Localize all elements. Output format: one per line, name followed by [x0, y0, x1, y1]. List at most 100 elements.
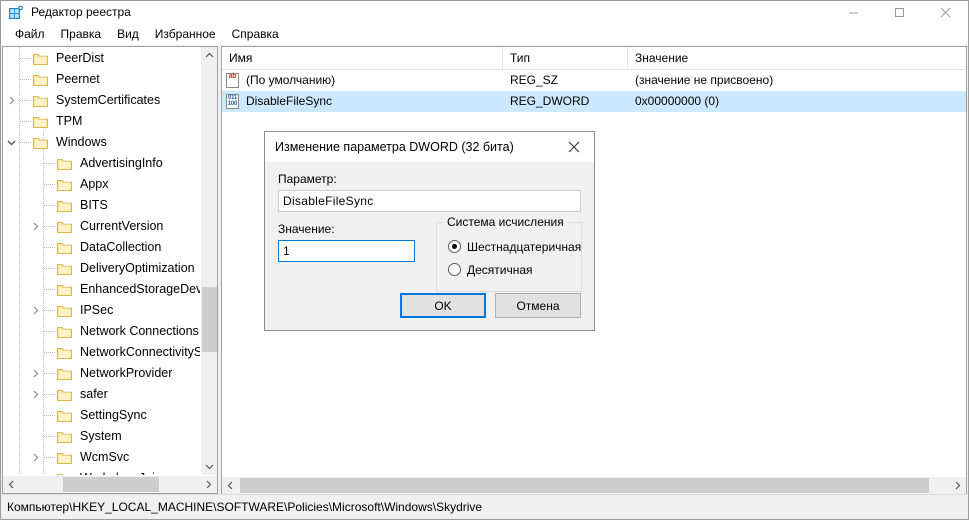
chevron-right-icon[interactable]: [27, 363, 43, 384]
tree-item-advertisinginfo[interactable]: AdvertisingInfo: [3, 153, 201, 174]
chevron-right-icon[interactable]: [27, 216, 43, 237]
minimize-button[interactable]: [830, 1, 876, 24]
value-column: Значение: 1: [278, 222, 415, 292]
tree-connector: [43, 216, 57, 237]
value-label: Значение:: [278, 222, 335, 236]
tree-connector: [43, 426, 57, 447]
tree-item-networkprovider[interactable]: NetworkProvider: [3, 363, 201, 384]
folder-icon: [57, 262, 75, 276]
tree-item-label: NetworkProvider: [80, 366, 173, 380]
tree-item-safer[interactable]: safer: [3, 384, 201, 405]
scroll-left-icon[interactable]: [3, 476, 20, 493]
values-horizontal-scrollbar[interactable]: [222, 476, 966, 494]
values-column-headers: Имя Тип Значение: [222, 47, 966, 70]
param-name-input[interactable]: DisableFileSync: [278, 190, 581, 212]
dialog-close-button[interactable]: [554, 133, 594, 162]
tree-item-networkconnectivitystat[interactable]: NetworkConnectivityStat: [3, 342, 216, 363]
column-header-type[interactable]: Тип: [503, 47, 628, 69]
tree-item-network-connections[interactable]: Network Connections: [3, 321, 201, 342]
tree-connector: [19, 132, 33, 153]
menu-view[interactable]: Вид: [109, 25, 147, 45]
radio-hexadecimal[interactable]: Шестнадцатеричная: [437, 235, 581, 258]
radio-decimal[interactable]: Десятичная: [437, 258, 581, 281]
folder-icon: [57, 199, 75, 213]
tree-twisty-placeholder: [27, 426, 43, 447]
tree-vertical-scrollbar[interactable]: [200, 47, 217, 475]
tree-item-ipsec[interactable]: IPSec: [3, 300, 201, 321]
tree-item-peernet[interactable]: Peernet: [3, 69, 201, 90]
tree-item-tpm[interactable]: TPM: [3, 111, 201, 132]
scroll-down-icon[interactable]: [201, 458, 217, 475]
maximize-button[interactable]: [876, 1, 922, 24]
chevron-right-icon[interactable]: [27, 300, 43, 321]
tree-item-label: Peernet: [56, 72, 100, 86]
menu-edit[interactable]: Правка: [53, 25, 110, 45]
tree-twisty-placeholder: [27, 258, 43, 279]
values-scroll-right-icon[interactable]: [949, 477, 966, 494]
tree-item-appx[interactable]: Appx: [3, 174, 201, 195]
tree-connector: [43, 363, 57, 384]
window-title: Редактор реестра: [31, 5, 131, 19]
table-row[interactable]: 011 100 DisableFileSync REG_DWORD 0x00000000…: [222, 91, 966, 112]
values-scroll-left-icon[interactable]: [222, 477, 239, 494]
tree-connector: [43, 342, 57, 363]
value-data-cell: 0x00000000 (0): [635, 94, 720, 108]
folder-icon: [33, 115, 51, 129]
value-name-cell: 011 100 DisableFileSync: [222, 91, 503, 112]
tree-connector: [43, 258, 57, 279]
chevron-right-icon[interactable]: [27, 447, 43, 468]
chevron-right-icon[interactable]: [27, 384, 43, 405]
folder-icon: [57, 325, 75, 339]
cancel-button[interactable]: Отмена: [495, 293, 581, 318]
tree-connector: [43, 153, 57, 174]
value-input[interactable]: 1: [278, 240, 415, 262]
tree-item-workplacejoin[interactable]: WorkplaceJoin: [3, 468, 201, 475]
tree-connector: [43, 300, 57, 321]
tree-item-label: safer: [80, 387, 108, 401]
tree-item-wcmsvc[interactable]: WcmSvc: [3, 447, 201, 468]
tree-item-settingsync[interactable]: SettingSync: [3, 405, 201, 426]
menu-favorites[interactable]: Избранное: [147, 25, 224, 45]
radio-decimal-icon: [448, 263, 461, 276]
tree-item-windows[interactable]: Windows: [3, 132, 201, 153]
column-header-name[interactable]: Имя: [222, 47, 503, 69]
values-hscroll-thumb[interactable]: [240, 478, 929, 493]
tree-item-system[interactable]: System: [3, 426, 201, 447]
scroll-right-icon[interactable]: [200, 476, 217, 493]
tree-horizontal-scrollbar[interactable]: [3, 475, 217, 493]
table-row[interactable]: ab (По умолчанию) REG_SZ (значение не присв…: [222, 70, 966, 91]
tree-item-label: IPSec: [80, 303, 114, 317]
tree-scroll-thumb[interactable]: [202, 287, 217, 352]
scroll-up-icon[interactable]: [201, 47, 217, 64]
value-name-text: DisableFileSync: [246, 94, 333, 108]
column-header-value[interactable]: Значение: [628, 47, 966, 69]
ok-button[interactable]: OK: [400, 293, 486, 318]
tree-item-systemcertificates[interactable]: SystemCertificates: [3, 90, 201, 111]
tree-item-label: System: [80, 429, 122, 443]
tree-twisty-placeholder: [3, 48, 19, 69]
folder-icon: [57, 388, 75, 402]
tree-item-deliveryoptimization[interactable]: DeliveryOptimization: [3, 258, 201, 279]
tree-item-bits[interactable]: BITS: [3, 195, 201, 216]
tree-connector: [43, 468, 57, 475]
registry-tree: PeerDist Peernet SystemCertificates TPM Wind…: [3, 47, 217, 475]
tree-item-label: NetworkConnectivityStat: [80, 345, 217, 359]
tree-item-currentversion[interactable]: CurrentVersion: [3, 216, 201, 237]
chevron-down-icon[interactable]: [3, 132, 19, 153]
folder-icon: [57, 304, 75, 318]
tree-item-label: PeerDist: [56, 51, 104, 65]
folder-icon: [57, 409, 75, 423]
menu-file[interactable]: Файл: [7, 25, 53, 45]
menu-help[interactable]: Справка: [224, 25, 287, 45]
tree-connector: [19, 69, 33, 90]
tree-item-peerdist[interactable]: PeerDist: [3, 48, 201, 69]
folder-icon: [57, 451, 75, 465]
tree-hscroll-thumb[interactable]: [63, 477, 159, 492]
tree-item-datacollection[interactable]: DataCollection: [3, 237, 201, 258]
tree-connector: [43, 384, 57, 405]
tree-item-enhancedstoragedevices[interactable]: EnhancedStorageDevices: [3, 279, 217, 300]
folder-icon: [57, 220, 75, 234]
close-button[interactable]: [922, 1, 968, 24]
chevron-right-icon[interactable]: [3, 90, 19, 111]
tree-item-label: SettingSync: [80, 408, 147, 422]
